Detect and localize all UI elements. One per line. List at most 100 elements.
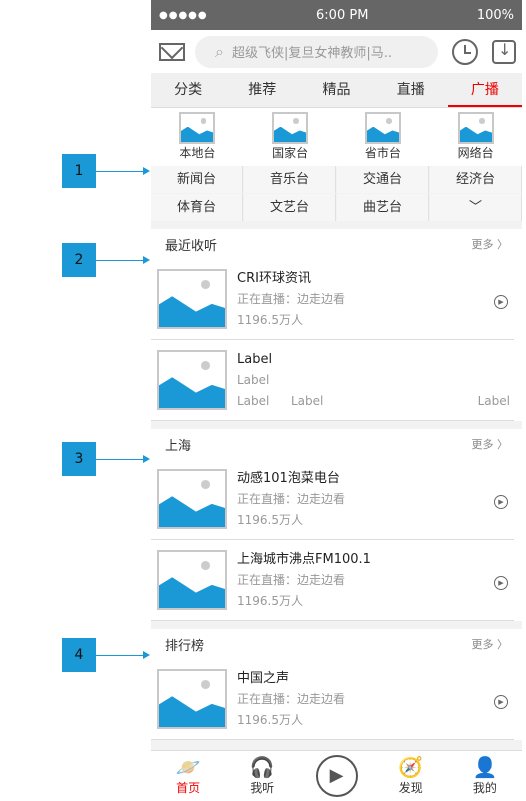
image-placeholder-icon [364,112,401,144]
item-count: 1196.5万人 [237,512,303,527]
play-icon[interactable]: ▶ [494,295,508,309]
callout-1-arrow [96,167,150,175]
image-placeholder-icon [157,269,227,329]
station-categories: 本地台 国家台 省市台 网络台 [151,108,522,166]
callout-3: 3 [62,442,96,476]
play-circle-icon: ▶ [315,755,358,797]
more-link[interactable]: 更多 〉 [472,436,509,452]
tabbar-label: 我听 [250,781,275,795]
rank-section: 排行榜 更多 〉 中国之声 正在直播：边走边看 1196.5万人 ▶ [151,629,522,740]
item-label: Label [237,393,270,408]
item-title: 上海城市沸点FM100.1 [237,551,371,567]
play-icon[interactable]: ▶ [494,495,508,509]
user-icon: 👤 [472,755,498,779]
grid-traffic[interactable]: 交通台 [337,166,429,193]
image-placeholder-icon [157,350,227,410]
category-local[interactable]: 本地台 [151,112,244,166]
battery-text: 100% [476,7,514,23]
category-label: 国家台 [272,146,309,160]
tabbar-home[interactable]: 🪐 首页 [151,751,225,801]
search-icon: ⌕ [215,41,224,61]
play-icon[interactable]: ▶ [494,695,508,709]
status-time: 6:00 PM [316,7,369,23]
tabbar-label: 我的 [472,781,497,795]
download-icon[interactable] [492,39,516,64]
section-header: 上海 更多 〉 [151,429,522,459]
item-title: 动感101泡菜电台 [237,470,340,486]
tabbar-label: 首页 [176,781,201,795]
play-icon[interactable]: ▶ [494,576,508,590]
image-placeholder-icon [179,112,216,144]
list-item[interactable]: CRI环球资讯 正在直播：边走边看 1196.5万人 ▶ [151,259,514,340]
top-tabs: 分类 推荐 精品 直播 广播 [151,73,522,108]
expand-chevron-icon[interactable]: ﹀ [430,194,522,221]
grid-news[interactable]: 新闻台 [151,166,243,193]
section-title: 上海 [165,438,192,454]
category-network[interactable]: 网络台 [429,112,522,166]
image-placeholder-icon [157,469,227,529]
grid-arts[interactable]: 文艺台 [244,194,336,221]
more-link[interactable]: 更多 〉 [472,636,509,652]
recent-section: 最近收听 更多 〉 CRI环球资讯 正在直播：边走边看 1196.5万人 ▶ L… [151,229,522,421]
list-item[interactable]: Label Label Label Label Label [151,340,514,421]
category-label: 本地台 [179,146,216,160]
item-status: 正在直播：边走边看 [237,691,346,706]
search-row: ⌕ 超级飞侠|复旦女神教师|马.. [151,30,522,73]
history-icon[interactable] [452,38,478,65]
callout-4: 4 [62,638,96,672]
list-item[interactable]: 中国之声 正在直播：边走边看 1196.5万人 ▶ [151,659,514,740]
grid-music[interactable]: 音乐台 [244,166,336,193]
search-input[interactable]: ⌕ 超级飞侠|复旦女神教师|马.. [195,35,438,68]
callout-3-arrow [96,455,150,463]
grid-economy[interactable]: 经济台 [430,166,522,193]
grid-sports[interactable]: 体育台 [151,194,243,221]
planet-icon: 🪐 [175,755,201,779]
tab-recommend[interactable]: 推荐 [225,73,299,107]
compass-icon: 🧭 [398,755,424,779]
category-label: 省市台 [364,146,401,160]
callout-4-arrow [96,651,150,659]
section-title: 最近收听 [165,238,218,254]
item-title: 中国之声 [237,670,290,686]
mail-icon[interactable] [159,42,185,61]
more-link[interactable]: 更多 〉 [472,236,509,252]
image-placeholder-icon [157,669,227,729]
section-title: 排行榜 [165,638,205,654]
image-placeholder-icon [157,550,227,610]
station-type-grid: 新闻台 音乐台 交通台 经济台 体育台 文艺台 曲艺台 ﹀ [151,166,522,221]
category-national[interactable]: 国家台 [244,112,337,166]
grid-opera[interactable]: 曲艺台 [337,194,429,221]
item-label: Label [291,393,324,408]
tabbar-play[interactable]: ▶ [299,751,373,801]
tab-category[interactable]: 分类 [151,73,225,107]
image-placeholder-icon [272,112,309,144]
category-label: 网络台 [457,146,494,160]
section-header: 排行榜 更多 〉 [151,629,522,659]
tabbar-listen[interactable]: 🎧 我听 [225,751,299,801]
callout-2: 2 [62,243,96,277]
tab-premium[interactable]: 精品 [299,73,373,107]
item-status: 正在直播：边走边看 [237,572,346,587]
tabbar-discover[interactable]: 🧭 发现 [374,751,448,801]
item-status: Label [237,372,270,387]
item-count: 1196.5万人 [237,312,303,327]
tab-live[interactable]: 直播 [374,73,448,107]
callout-2-arrow [96,256,150,264]
item-status: 正在直播：边走边看 [237,291,346,306]
category-provincial[interactable]: 省市台 [337,112,430,166]
item-title: CRI环球资讯 [237,270,311,286]
image-placeholder-icon [457,112,494,144]
shanghai-section: 上海 更多 〉 动感101泡菜电台 正在直播：边走边看 1196.5万人 ▶ 上… [151,429,522,621]
item-status: 正在直播：边走边看 [237,491,346,506]
bottom-tab-bar: 🪐 首页 🎧 我听 ▶ 🧭 发现 👤 我的 [151,750,522,801]
list-item[interactable]: 上海城市沸点FM100.1 正在直播：边走边看 1196.5万人 ▶ [151,540,514,621]
section-header: 最近收听 更多 〉 [151,229,522,259]
tabbar-profile[interactable]: 👤 我的 [448,751,522,801]
item-title: Label [237,351,273,367]
phone-screen: ●●●●● 6:00 PM 100% ⌕ 超级飞侠|复旦女神教师|马.. 分类 … [151,0,522,801]
tabbar-label: 发现 [398,781,423,795]
list-item[interactable]: 动感101泡菜电台 正在直播：边走边看 1196.5万人 ▶ [151,459,514,540]
signal-dots: ●●●●● [159,9,208,21]
tab-broadcast[interactable]: 广播 [447,73,522,107]
headphones-icon: 🎧 [249,755,275,779]
